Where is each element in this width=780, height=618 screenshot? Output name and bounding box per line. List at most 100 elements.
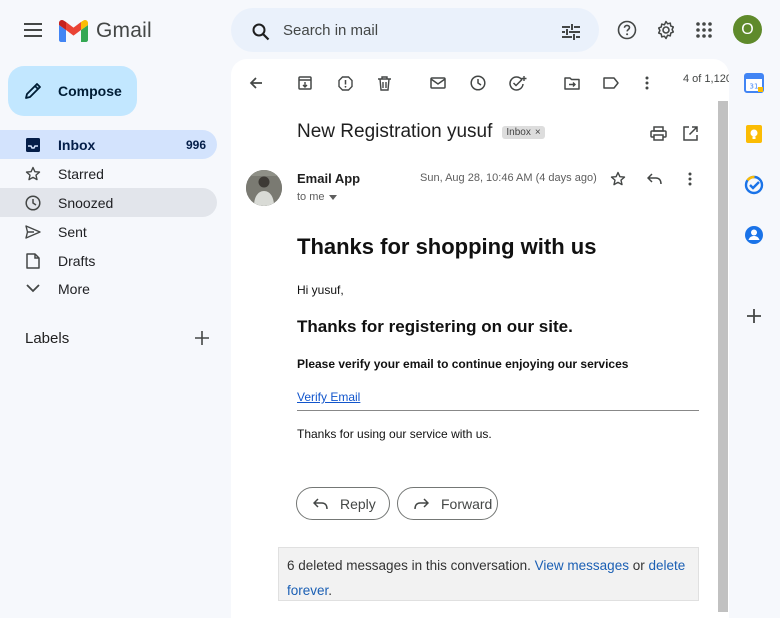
report-icon — [337, 75, 353, 91]
logo-text: Gmail — [96, 19, 152, 42]
search-input[interactable]: Search in mail — [283, 22, 378, 39]
reply-icon-button[interactable] — [638, 163, 670, 195]
nav-item-more[interactable]: More — [0, 274, 217, 303]
reply-icon — [646, 173, 662, 185]
nav-item-sent[interactable]: Sent — [0, 217, 217, 246]
recipient-details[interactable]: to me — [297, 191, 337, 203]
archive-button[interactable] — [289, 67, 321, 99]
email-closing: Thanks for using our service with us. — [297, 427, 492, 441]
chevron-down-icon — [24, 284, 42, 293]
delete-button[interactable] — [368, 67, 400, 99]
tasks-icon — [744, 175, 764, 195]
search-icon — [252, 23, 270, 41]
mark-unread-button[interactable] — [422, 67, 454, 99]
nav-item-starred[interactable]: Starred — [0, 159, 217, 188]
print-all-button[interactable] — [642, 117, 674, 149]
labels-heading: Labels — [25, 330, 70, 347]
report-spam-button[interactable] — [329, 67, 361, 99]
email-view: 4 of 1,120 New Registration yusuf Inbox … — [231, 59, 729, 618]
contacts-icon — [745, 226, 763, 244]
star-icon — [24, 166, 42, 182]
labels-button[interactable] — [595, 67, 627, 99]
forward-icon — [414, 497, 429, 509]
unread-count: 996 — [185, 137, 206, 152]
add-to-tasks-button[interactable] — [502, 67, 534, 99]
contacts-addon-button[interactable] — [744, 225, 764, 245]
email-greeting: Hi yusuf, — [297, 283, 344, 297]
plus-icon — [195, 331, 209, 345]
clock-icon — [24, 194, 42, 211]
gmail-m-icon — [59, 20, 88, 42]
email-date: Sun, Aug 28, 10:46 AM (4 days ago) — [420, 172, 597, 184]
sender-avatar[interactable] — [246, 170, 282, 206]
more-actions-button[interactable] — [631, 67, 663, 99]
nav-item-label: Drafts — [58, 252, 96, 269]
keep-addon-button[interactable] — [744, 124, 764, 144]
email-body-heading: Thanks for shopping with us — [297, 234, 597, 259]
star-button[interactable] — [602, 163, 634, 195]
badge-label: Inbox — [506, 126, 531, 138]
printer-icon — [649, 125, 667, 141]
nav-item-label: Snoozed — [58, 194, 114, 211]
reply-button[interactable]: Reply — [296, 487, 390, 520]
support-button[interactable] — [611, 14, 643, 46]
remove-label-icon[interactable]: × — [535, 127, 541, 138]
message-position: 4 of 1,120 — [683, 73, 729, 85]
snooze-button[interactable] — [462, 67, 494, 99]
inbox-label-badge: Inbox × — [502, 125, 545, 139]
deleted-notice-period: . — [328, 583, 333, 598]
account-avatar[interactable]: O — [733, 15, 762, 44]
search-options-button[interactable] — [555, 16, 587, 48]
email-subject: New Registration yusuf — [297, 121, 493, 142]
view-messages-link[interactable]: View messages — [535, 558, 629, 573]
open-new-window-button[interactable] — [674, 117, 706, 149]
tasks-addon-button[interactable] — [744, 175, 764, 195]
google-apps-button[interactable] — [688, 14, 720, 46]
create-label-button[interactable] — [186, 322, 218, 354]
nav-item-snoozed[interactable]: Snoozed — [0, 188, 217, 217]
move-to-button[interactable] — [556, 67, 588, 99]
back-button[interactable] — [240, 67, 272, 99]
plus-icon — [747, 309, 761, 323]
search-bar[interactable]: Search in mail — [231, 8, 599, 52]
recipient-text: to me — [297, 191, 325, 203]
pencil-icon — [25, 83, 41, 99]
mail-icon — [430, 77, 446, 89]
nav-item-label: More — [58, 280, 90, 297]
nav-item-label: Starred — [58, 165, 104, 182]
message-more-button[interactable] — [674, 163, 706, 195]
clock-icon — [470, 75, 486, 91]
arrow-left-icon — [249, 77, 262, 89]
calendar-addon-button[interactable]: 31 — [744, 73, 764, 93]
more-vert-icon — [688, 172, 692, 186]
gmail-logo[interactable]: Gmail — [59, 19, 152, 43]
person-photo-icon — [246, 170, 282, 206]
sender-name[interactable]: Email App — [297, 171, 360, 186]
search-button[interactable] — [245, 16, 277, 48]
nav-item-inbox[interactable]: Inbox 996 — [0, 130, 217, 159]
star-icon — [610, 171, 626, 186]
label-icon — [603, 77, 619, 89]
settings-button[interactable] — [650, 14, 682, 46]
compose-label: Compose — [58, 83, 122, 99]
verify-instructions: Please verify your email to continue enj… — [297, 357, 629, 371]
tune-icon — [562, 24, 580, 40]
svg-text:31: 31 — [750, 83, 759, 91]
compose-button[interactable]: Compose — [8, 66, 137, 116]
reply-label: Reply — [340, 495, 376, 512]
scrollbar[interactable] — [718, 101, 728, 612]
get-addons-button[interactable] — [744, 306, 764, 326]
main-menu-button[interactable] — [17, 14, 49, 46]
help-icon — [617, 20, 637, 40]
open-in-new-icon — [682, 125, 698, 141]
nav-item-label: Sent — [58, 223, 87, 240]
forward-button[interactable]: Forward — [397, 487, 498, 520]
keep-icon — [746, 125, 762, 143]
apps-grid-icon — [696, 22, 712, 38]
send-icon — [24, 224, 42, 239]
verify-email-link[interactable]: Verify Email — [297, 390, 360, 404]
nav-item-label: Inbox — [58, 136, 96, 153]
hamburger-icon — [24, 23, 42, 37]
nav-item-drafts[interactable]: Drafts — [0, 246, 217, 275]
email-subject-row: New Registration yusuf Inbox × — [297, 121, 545, 143]
